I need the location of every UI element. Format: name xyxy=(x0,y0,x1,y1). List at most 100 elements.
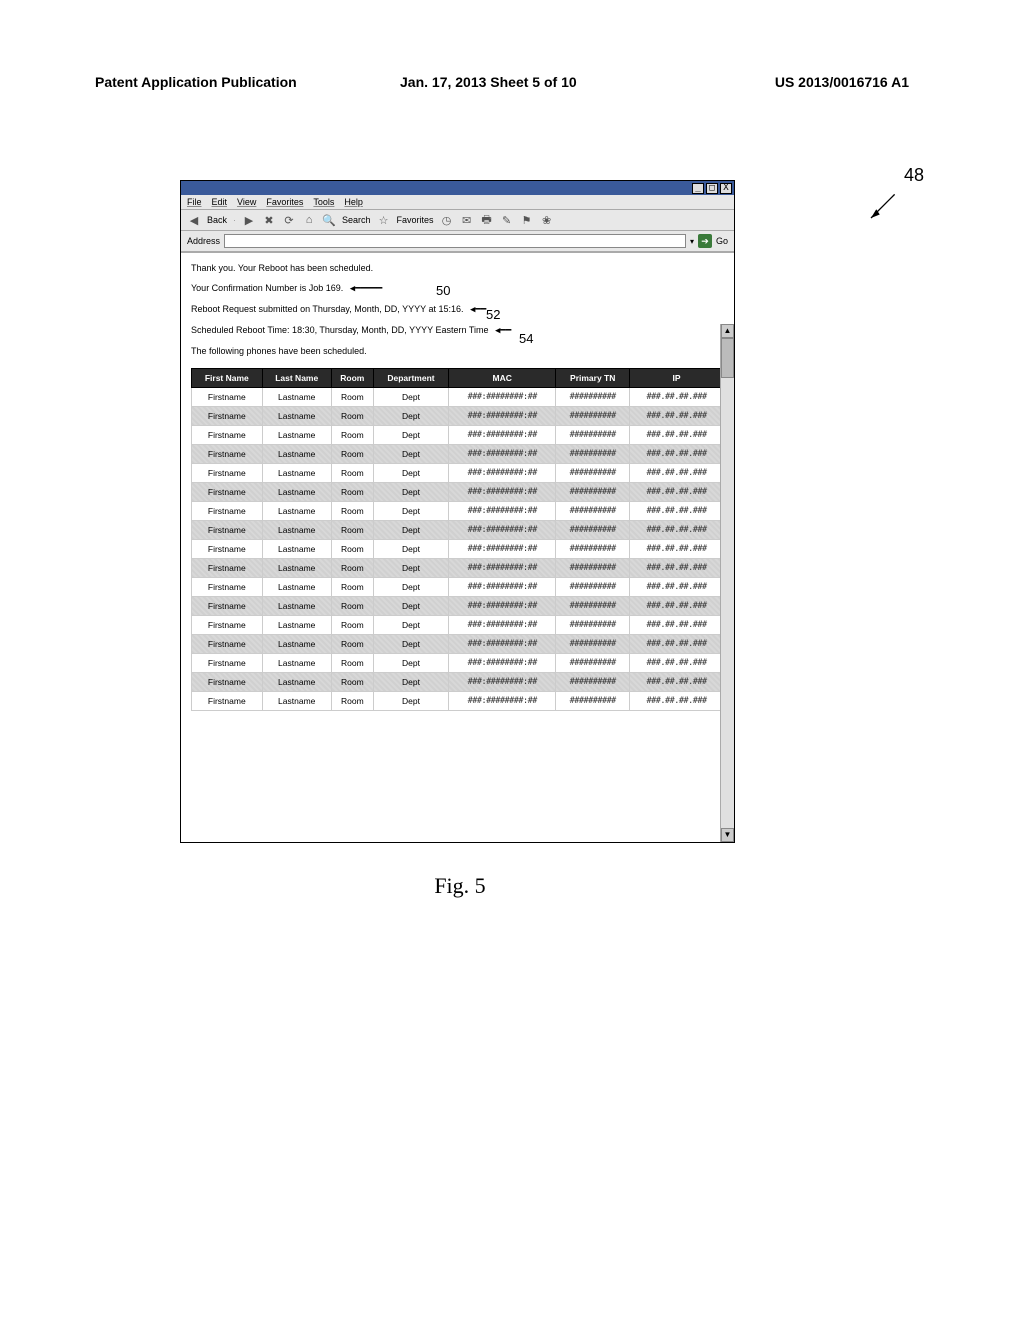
table-cell: ###:########:## xyxy=(449,502,556,521)
table-cell: Dept xyxy=(373,692,448,711)
table-row: FirstnameLastnameRoomDept###:########:##… xyxy=(192,559,724,578)
misc-icon[interactable]: ⚑ xyxy=(520,213,534,227)
table-row: FirstnameLastnameRoomDept###:########:##… xyxy=(192,407,724,426)
table-cell: ###:########:## xyxy=(449,407,556,426)
table-row: FirstnameLastnameRoomDept###:########:##… xyxy=(192,616,724,635)
table-cell: ###.##.##.### xyxy=(630,426,724,445)
toolbar: ◀ Back · ▶ ✖ ⟳ ⌂ 🔍 Search ☆ Favorites ◷ … xyxy=(181,210,734,231)
table-cell: Firstname xyxy=(192,616,263,635)
favorites-star-icon[interactable]: ☆ xyxy=(377,213,391,227)
scroll-down-button[interactable]: ▼ xyxy=(721,828,734,842)
print-icon[interactable]: 🖶 xyxy=(480,213,494,227)
table-cell: Dept xyxy=(373,540,448,559)
table-cell: ###:########:## xyxy=(449,464,556,483)
table-cell: ###:########:## xyxy=(449,559,556,578)
table-cell: Firstname xyxy=(192,673,263,692)
forward-icon[interactable]: ▶ xyxy=(242,213,256,227)
header-right: US 2013/0016716 A1 xyxy=(775,74,909,90)
table-cell: Dept xyxy=(373,635,448,654)
table-body: FirstnameLastnameRoomDept###:########:##… xyxy=(192,388,724,711)
menu-view[interactable]: View xyxy=(237,197,256,207)
table-cell: Dept xyxy=(373,578,448,597)
close-button[interactable]: X xyxy=(720,183,732,194)
search-icon[interactable]: 🔍 xyxy=(322,213,336,227)
arrow-to-50-icon: ◀━━━━━ xyxy=(350,284,383,294)
table-cell: Lastname xyxy=(262,445,331,464)
table-cell: Firstname xyxy=(192,597,263,616)
favorites-label[interactable]: Favorites xyxy=(397,215,434,225)
figure-caption: Fig. 5 xyxy=(180,873,740,899)
mail-icon[interactable]: ✉ xyxy=(460,213,474,227)
table-cell: ########## xyxy=(556,464,630,483)
table-cell: Room xyxy=(331,540,373,559)
table-cell: Lastname xyxy=(262,483,331,502)
table-cell: ###.##.##.### xyxy=(630,388,724,407)
table-cell: Firstname xyxy=(192,388,263,407)
table-cell: Room xyxy=(331,445,373,464)
th-primarytn: Primary TN xyxy=(556,369,630,388)
th-room: Room xyxy=(331,369,373,388)
table-cell: Room xyxy=(331,464,373,483)
home-icon[interactable]: ⌂ xyxy=(302,213,316,227)
msg-submitted: Reboot Request submitted on Thursday, Mo… xyxy=(191,304,724,315)
table-cell: Firstname xyxy=(192,692,263,711)
minimize-button[interactable]: _ xyxy=(692,183,704,194)
th-lastname: Last Name xyxy=(262,369,331,388)
history-icon[interactable]: ◷ xyxy=(440,213,454,227)
table-row: FirstnameLastnameRoomDept###:########:##… xyxy=(192,521,724,540)
scroll-up-button[interactable]: ▲ xyxy=(721,324,734,338)
table-cell: Lastname xyxy=(262,559,331,578)
table-cell: ###.##.##.### xyxy=(630,673,724,692)
misc2-icon[interactable]: ❀ xyxy=(540,213,554,227)
table-cell: Room xyxy=(331,483,373,502)
table-cell: Firstname xyxy=(192,540,263,559)
menu-tools[interactable]: Tools xyxy=(313,197,334,207)
table-cell: ########## xyxy=(556,635,630,654)
go-button[interactable]: ➔ xyxy=(698,234,712,248)
back-icon[interactable]: ◀ xyxy=(187,213,201,227)
table-cell: Room xyxy=(331,673,373,692)
table-cell: ###.##.##.### xyxy=(630,540,724,559)
menu-file[interactable]: File xyxy=(187,197,202,207)
table-cell: ###.##.##.### xyxy=(630,559,724,578)
search-label[interactable]: Search xyxy=(342,215,371,225)
table-cell: Room xyxy=(331,426,373,445)
maximize-button[interactable]: □ xyxy=(706,183,718,194)
menu-edit[interactable]: Edit xyxy=(212,197,228,207)
th-firstname: First Name xyxy=(192,369,263,388)
table-cell: Room xyxy=(331,578,373,597)
menu-favorites[interactable]: Favorites xyxy=(266,197,303,207)
table-cell: ###:########:## xyxy=(449,445,556,464)
stop-icon[interactable]: ✖ xyxy=(262,213,276,227)
table-cell: Dept xyxy=(373,445,448,464)
table-cell: Lastname xyxy=(262,597,331,616)
go-label: Go xyxy=(716,236,728,246)
table-cell: Room xyxy=(331,654,373,673)
callout-54: 54 xyxy=(519,331,533,346)
table-cell: Firstname xyxy=(192,426,263,445)
table-cell: Lastname xyxy=(262,388,331,407)
table-row: FirstnameLastnameRoomDept###:########:##… xyxy=(192,597,724,616)
table-cell: Dept xyxy=(373,464,448,483)
table-row: FirstnameLastnameRoomDept###:########:##… xyxy=(192,426,724,445)
scrollbar[interactable]: ▲ ▼ xyxy=(720,324,734,842)
refresh-icon[interactable]: ⟳ xyxy=(282,213,296,227)
table-row: FirstnameLastnameRoomDept###:########:##… xyxy=(192,692,724,711)
back-label[interactable]: Back xyxy=(207,215,227,225)
scroll-thumb[interactable] xyxy=(721,338,734,378)
msg-scheduled: Scheduled Reboot Time: 18:30, Thursday, … xyxy=(191,325,724,336)
table-cell: Room xyxy=(331,502,373,521)
table-cell: Lastname xyxy=(262,502,331,521)
table-row: FirstnameLastnameRoomDept###:########:##… xyxy=(192,673,724,692)
table-cell: ########## xyxy=(556,483,630,502)
address-input[interactable] xyxy=(224,234,686,248)
browser-window: _ □ X File Edit View Favorites Tools Hel… xyxy=(180,180,735,843)
menu-help[interactable]: Help xyxy=(344,197,363,207)
table-cell: Firstname xyxy=(192,464,263,483)
header-center: Jan. 17, 2013 Sheet 5 of 10 xyxy=(400,74,577,90)
edit-icon[interactable]: ✎ xyxy=(500,213,514,227)
table-cell: ###.##.##.### xyxy=(630,654,724,673)
table-cell: ########## xyxy=(556,578,630,597)
table-cell: ###.##.##.### xyxy=(630,445,724,464)
table-cell: Lastname xyxy=(262,616,331,635)
